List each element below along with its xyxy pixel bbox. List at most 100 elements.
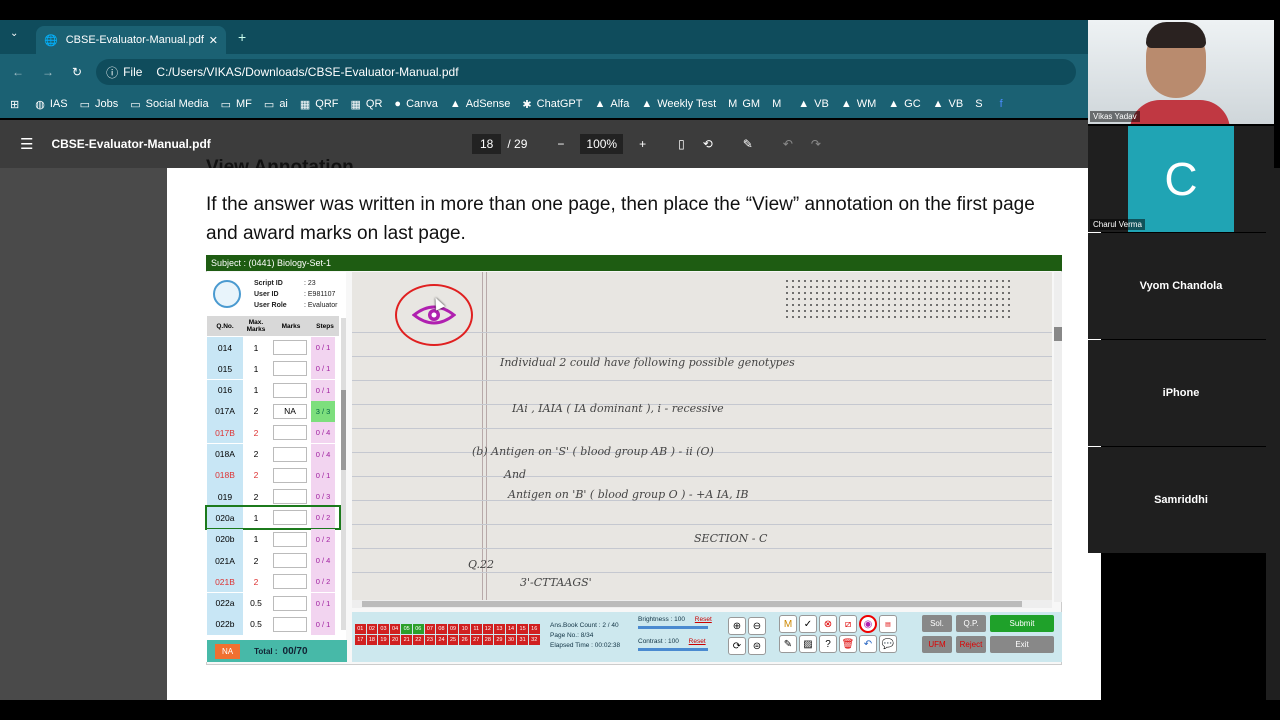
page-number-cell[interactable]: 20 [389, 635, 401, 645]
page-number-cell[interactable]: 27 [470, 635, 482, 645]
submit-button[interactable]: Submit [990, 615, 1054, 632]
bookmark-alfa[interactable]: ▲ Alfa [595, 98, 630, 110]
bookmark-chatgpt[interactable]: ✱ ChatGPT [522, 98, 582, 111]
marks-input[interactable] [273, 616, 307, 632]
back-icon[interactable]: ← [12, 65, 24, 79]
bookmark-s[interactable]: S [975, 98, 987, 110]
page-number-cell[interactable]: 26 [459, 635, 470, 645]
tick-icon[interactable]: ✓ [799, 615, 817, 633]
page-number-cell[interactable]: 24 [436, 635, 447, 645]
comment-icon[interactable]: 💬 [879, 635, 897, 653]
page-number-cell[interactable]: 32 [528, 635, 540, 645]
marks-input[interactable] [273, 467, 307, 483]
bookmark-ias[interactable]: ◍ IAS [35, 98, 67, 111]
page-number-cell[interactable]: 06 [412, 624, 424, 634]
brightness-control[interactable]: Brightness : 100 Reset [638, 616, 718, 629]
page-number-input[interactable]: 18 [472, 134, 502, 154]
fit-page-icon[interactable]: ▯ [678, 137, 685, 151]
contrast-reset[interactable]: Reset [689, 638, 706, 645]
page-number-cell[interactable]: 14 [505, 624, 517, 634]
undo-icon[interactable]: ↶ [783, 137, 793, 151]
page-number-cell[interactable]: 08 [436, 624, 447, 634]
ufm-button[interactable]: UFM [922, 636, 952, 653]
exit-button[interactable]: Exit [990, 636, 1054, 653]
scan-scrollbar-h[interactable] [352, 600, 1052, 608]
marks-input[interactable] [273, 382, 307, 398]
marks-input[interactable] [273, 425, 307, 441]
page-number-cell[interactable]: 12 [482, 624, 494, 634]
cross-icon[interactable]: ⊗ [819, 615, 837, 633]
page-number-cell[interactable]: 13 [494, 624, 505, 634]
bookmark-vb-2[interactable]: ▲ VB [933, 98, 964, 110]
menu-icon[interactable]: ☰ [20, 135, 33, 153]
page-number-cell[interactable]: 17 [355, 635, 366, 645]
bookmark-canva[interactable]: ● Canva [394, 98, 437, 110]
page-number-cell[interactable]: 28 [482, 635, 494, 645]
page-number-cell[interactable]: 04 [389, 624, 401, 634]
qp-button[interactable]: Q.P. [956, 615, 986, 632]
note-icon[interactable]: ✎ [779, 635, 797, 653]
undo-icon[interactable]: ↶ [859, 635, 877, 653]
bookmark-social-media[interactable]: ▭ Social Media [130, 98, 208, 111]
view-annotation-eye-icon[interactable] [395, 284, 473, 346]
reload-icon[interactable]: ↻ [72, 65, 82, 79]
forward-icon[interactable]: → [42, 65, 54, 79]
bookmark-facebook[interactable]: f [1000, 98, 1008, 110]
page-number-cell[interactable]: 16 [528, 624, 540, 634]
bookmark-gm[interactable]: M GM [728, 98, 760, 110]
view-icon[interactable]: ◉ [859, 615, 877, 633]
page-number-cell[interactable]: 30 [505, 635, 517, 645]
zoom-input[interactable]: 100% [580, 134, 624, 154]
page-number-cell[interactable]: 09 [447, 624, 459, 634]
scan-scrollbar-v[interactable] [1054, 272, 1062, 602]
page-number-cell[interactable]: 05 [401, 624, 412, 634]
marks-input[interactable] [273, 340, 307, 355]
zoom-out-icon[interactable]: ⊖ [748, 617, 766, 635]
marks-input[interactable] [273, 446, 307, 462]
fit-icon[interactable]: ⊜ [748, 637, 766, 655]
zoom-in-icon[interactable]: + [639, 137, 646, 151]
new-tab-icon[interactable]: + [238, 29, 246, 45]
image-icon[interactable]: ▨ [799, 635, 817, 653]
marks-input[interactable]: NA [273, 403, 307, 419]
page-number-cell[interactable]: 02 [366, 624, 378, 634]
sol-button[interactable]: Sol. [922, 615, 952, 632]
brightness-slider[interactable] [638, 626, 708, 629]
bookmark-adsense[interactable]: ▲ AdSense [450, 98, 511, 110]
page-number-cell[interactable]: 25 [447, 635, 459, 645]
marks-input[interactable] [273, 489, 307, 505]
question-icon[interactable]: ? [819, 635, 837, 653]
bookmark-ai[interactable]: ▭ ai [264, 98, 288, 111]
page-number-cell[interactable]: 18 [366, 635, 378, 645]
page-number-cell[interactable]: 29 [494, 635, 505, 645]
marks-input[interactable] [273, 531, 307, 547]
rotate-icon[interactable]: ⟲ [703, 137, 713, 151]
marks-scrollbar[interactable] [341, 318, 346, 630]
bookmark-gmail[interactable]: M [772, 98, 786, 110]
page-number-cell[interactable]: 21 [401, 635, 412, 645]
bookmark-vb[interactable]: ▲ VB [798, 98, 829, 110]
page-number-cell[interactable]: 07 [424, 624, 436, 634]
page-number-cell[interactable]: 31 [517, 635, 528, 645]
marks-input[interactable] [273, 361, 307, 377]
bookmark-wm[interactable]: ▲ WM [841, 98, 876, 110]
page-number-cell[interactable]: 23 [424, 635, 436, 645]
brightness-reset[interactable]: Reset [695, 616, 712, 623]
page-number-cell[interactable]: 03 [378, 624, 389, 634]
apps-icon[interactable]: ⊞ [10, 98, 19, 111]
page-number-cell[interactable]: 01 [355, 624, 366, 634]
delete-icon[interactable]: 🗑 [839, 635, 857, 653]
marks-icon[interactable]: M [779, 615, 797, 633]
page-number-cell[interactable]: 10 [459, 624, 470, 634]
blank-page-icon[interactable]: ▤ [879, 615, 897, 633]
contrast-control[interactable]: Contrast : 100 Reset [638, 638, 718, 651]
url-field[interactable]: ⓘ File C:/Users/VIKAS/Downloads/CBSE-Eva… [96, 59, 1077, 85]
close-icon[interactable]: ✕ [209, 34, 218, 47]
page-number-cell[interactable]: 11 [470, 624, 482, 634]
bookmark-mf[interactable]: ▭ MF [221, 98, 252, 111]
page-number-cell[interactable]: 15 [517, 624, 528, 634]
tab-search-icon[interactable]: ⌄ [10, 28, 26, 44]
slash-icon[interactable]: ⧄ [839, 615, 857, 633]
bookmark-weekly-test[interactable]: ▲ Weekly Test [641, 98, 716, 110]
marks-input[interactable] [273, 595, 307, 611]
